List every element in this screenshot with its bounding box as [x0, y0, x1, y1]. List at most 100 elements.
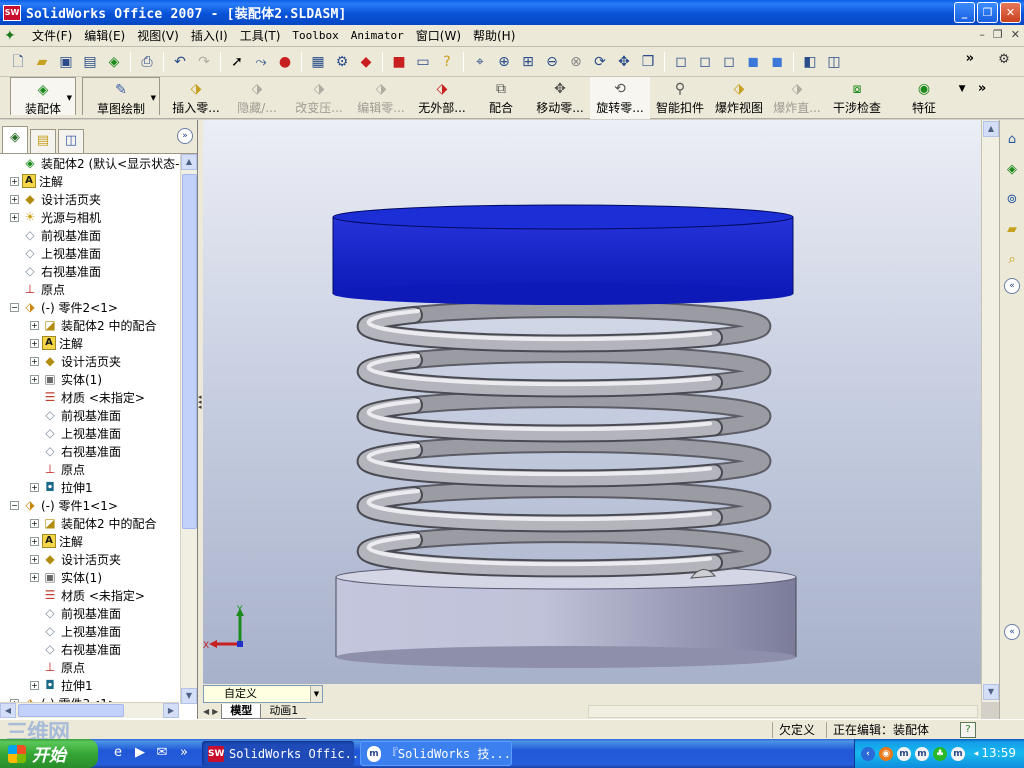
tree-row[interactable]: + ◘ 拉伸1 — [0, 676, 179, 694]
tree-expander-icon[interactable]: + — [30, 536, 39, 546]
graphics-vertical-scrollbar[interactable]: ▲ ▼ — [981, 120, 999, 702]
scroll-down-icon[interactable]: ▼ — [181, 688, 197, 704]
tree-row[interactable]: ◇ 前视基准面 — [0, 604, 179, 622]
tree-row[interactable]: ◈ 装配体2 (默认<显示状态-1 — [0, 154, 179, 172]
chevron-down-icon[interactable]: ▼ — [67, 94, 72, 102]
tree-row[interactable]: − ⬗ (-) 零件2<1> — [0, 298, 179, 316]
tree-row[interactable]: ⊥ 原点 — [0, 460, 179, 478]
solidworks-resources-icon[interactable]: ◈ — [1002, 160, 1022, 180]
change-suppression-button[interactable]: ⬗ 改变压... — [288, 77, 350, 119]
configuration-manager-tab[interactable]: ◫ — [58, 129, 84, 153]
taskbar-browser[interactable]: m 『SolidWorks 技... — [360, 741, 512, 766]
interference-check-button[interactable]: ⧇ 干涉检查 — [826, 77, 888, 119]
task-pane-collapse-button[interactable]: « — [1004, 278, 1020, 294]
zoom-in-out-icon[interactable]: ⊖ — [542, 52, 562, 72]
pan-icon[interactable]: ✥ — [614, 52, 634, 72]
tree-vertical-scrollbar[interactable]: ▲ ▼ — [180, 154, 197, 704]
save-icon[interactable]: ▣ — [56, 52, 76, 72]
tree-expander-icon[interactable]: + — [30, 320, 39, 330]
tree-row[interactable]: ◇ 前视基准面 — [0, 406, 179, 424]
features-button[interactable]: ◉ 特征 — [896, 77, 952, 119]
tree-row[interactable]: ◇ 右视基准面 — [0, 640, 179, 658]
tree-expander-icon[interactable]: + — [30, 554, 39, 564]
tree-row[interactable]: ◇ 上视基准面 — [0, 244, 179, 262]
ie-icon[interactable]: e — [110, 745, 126, 761]
tree-expander-icon[interactable]: + — [30, 374, 39, 384]
shaded-icon[interactable]: ◼ — [767, 52, 787, 72]
feature-manager-tab[interactable]: ◈ — [2, 126, 28, 153]
panel-collapse-button[interactable]: » — [177, 128, 193, 144]
menu-tools[interactable]: 工具(T) — [234, 27, 287, 44]
tray-app-icon[interactable]: ◉ — [879, 746, 893, 761]
mdi-close-icon[interactable]: ✕ — [1011, 28, 1020, 41]
tree-row[interactable]: + ▣ 实体(1) — [0, 370, 179, 388]
tab-nav-next-icon[interactable]: ▶ — [212, 707, 218, 716]
tree-row[interactable]: + ◘ 拉伸1 — [0, 478, 179, 496]
edit-appearance-icon[interactable]: ◆ — [356, 52, 376, 72]
help-icon[interactable]: ? — [437, 52, 457, 72]
tree-row[interactable]: + ◪ 装配体2 中的配合 — [0, 316, 179, 334]
start-button[interactable]: 开始 — [0, 739, 98, 768]
media-player-icon[interactable]: ▶ — [132, 745, 148, 761]
design-library-icon[interactable]: ⊚ — [1002, 190, 1022, 210]
traffic-light-icon[interactable]: ● — [275, 52, 295, 72]
tree-expander-icon[interactable]: − — [10, 302, 19, 312]
base-plate[interactable] — [335, 564, 797, 668]
tree-row[interactable]: + ◆ 设计活页夹 — [0, 190, 179, 208]
mdi-minimize-icon[interactable]: – — [979, 28, 985, 41]
property-manager-tab[interactable]: ▤ — [30, 129, 56, 153]
toolbar-options-icon[interactable]: ⚙ — [994, 52, 1014, 72]
menu-file[interactable]: 文件(F) — [26, 27, 78, 44]
tree-row[interactable]: ◇ 上视基准面 — [0, 424, 179, 442]
tray-network-icon[interactable]: ♣ — [933, 746, 947, 761]
scroll-up-icon[interactable]: ▲ — [181, 154, 197, 170]
measure-icon[interactable]: ⌖ — [470, 52, 490, 72]
chevron-down-icon[interactable]: ▼ — [310, 686, 322, 702]
tree-row[interactable]: + ☀ 光源与相机 — [0, 208, 179, 226]
search-icon[interactable]: ⌕ — [1002, 250, 1022, 270]
tree-expander-icon[interactable]: + — [30, 680, 39, 690]
tree-row[interactable]: ☰ 材质 <未指定> — [0, 388, 179, 406]
insert-component-button[interactable]: ⬗ 插入零... — [166, 77, 226, 119]
view-orientation-icon[interactable]: ❒ — [638, 52, 658, 72]
tree-expander-icon[interactable]: + — [30, 356, 39, 366]
zoom-selection-icon[interactable]: ⊗ — [566, 52, 586, 72]
tree-row[interactable]: ◇ 右视基准面 — [0, 442, 179, 460]
mate-button[interactable]: ⧉ 配合 — [472, 77, 530, 119]
taskbar-solidworks[interactable]: SW SolidWorks Offic... — [202, 741, 366, 766]
tree-row[interactable]: + ▣ 实体(1) — [0, 568, 179, 586]
tray-m2-icon[interactable]: m — [915, 746, 929, 761]
move-component-button[interactable]: ✥ 移动零... — [530, 77, 590, 119]
wireframe-icon[interactable]: ◻ — [671, 52, 691, 72]
tree-row[interactable]: ◇ 前视基准面 — [0, 226, 179, 244]
scroll-up-icon[interactable]: ▲ — [983, 121, 999, 137]
hide-show-button[interactable]: ⬗ 隐藏/... — [226, 77, 288, 119]
spring-coils-front[interactable] — [356, 306, 723, 578]
minimize-button[interactable]: _ — [954, 2, 975, 23]
tree-row[interactable]: + ◆ 设计活页夹 — [0, 352, 179, 370]
tree-row[interactable]: ◇ 右视基准面 — [0, 262, 179, 280]
edit-component-button[interactable]: ⬗ 编辑零... — [350, 77, 412, 119]
task-pane-expand-button[interactable]: « — [1004, 624, 1020, 640]
hidden-lines-removed-icon[interactable]: ◻ — [719, 52, 739, 72]
smart-fasteners-button[interactable]: ⚲ 智能扣件 — [650, 77, 710, 119]
chevron-down-icon[interactable]: ▼ — [151, 94, 156, 102]
grid-icon[interactable]: ▦ — [308, 52, 328, 72]
rotate-view-icon[interactable]: ⟳ — [590, 52, 610, 72]
outlook-icon[interactable]: ✉ — [154, 745, 170, 761]
quicklaunch-more-icon[interactable]: » — [176, 745, 192, 761]
menu-toolbox[interactable]: Toolbox — [286, 29, 344, 42]
tray-expand-icon[interactable]: ‹ — [861, 746, 875, 761]
tab-horizontal-scrollbar[interactable] — [588, 705, 978, 718]
hidden-lines-visible-icon[interactable]: ◻ — [695, 52, 715, 72]
undo-icon[interactable]: ↶ — [170, 52, 190, 72]
tree-expander-icon[interactable]: + — [30, 482, 39, 492]
scroll-down-icon[interactable]: ▼ — [983, 684, 999, 700]
open-folder-icon[interactable]: ▰ — [32, 52, 52, 72]
shaded-with-edges-icon[interactable]: ◼ — [743, 52, 763, 72]
tree-expander-icon[interactable]: + — [10, 176, 19, 186]
tree-expander-icon[interactable]: + — [30, 338, 39, 348]
red-cube-icon[interactable]: ■ — [389, 52, 409, 72]
menu-insert[interactable]: 插入(I) — [185, 27, 234, 44]
print-icon[interactable]: ⎙ — [137, 52, 157, 72]
